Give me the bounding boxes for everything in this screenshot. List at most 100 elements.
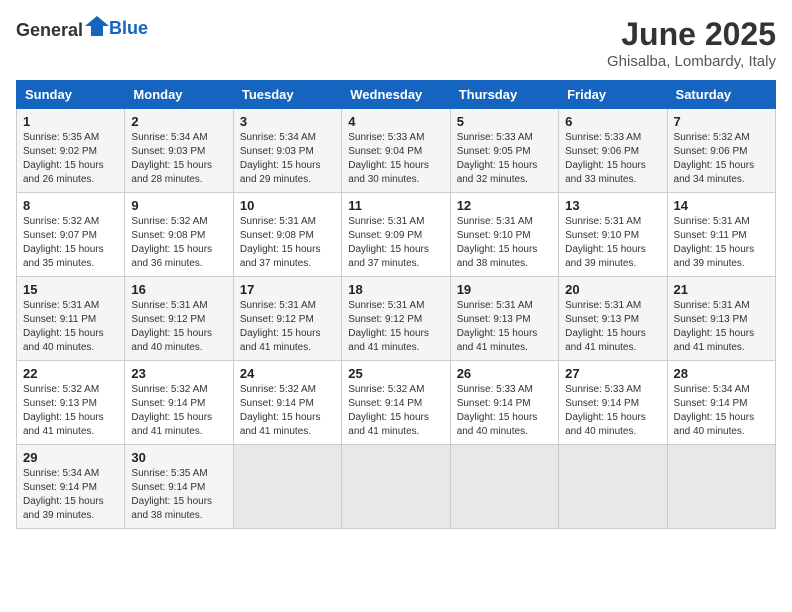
calendar-subtitle: Ghisalba, Lombardy, Italy: [607, 53, 776, 70]
calendar-cell: 25Sunrise: 5:32 AMSunset: 9:14 PMDayligh…: [342, 361, 450, 445]
calendar-cell: 4 Sunrise: 5:33 AMSunset: 9:04 PMDaylight…: [342, 109, 450, 193]
day-info: Sunrise: 5:31 AMSunset: 9:13 PMDaylight:…: [457, 299, 552, 355]
day-number: 14: [674, 198, 769, 213]
calendar-week-1: 1 Sunrise: 5:35 AMSunset: 9:02 PMDaylight…: [17, 109, 776, 193]
day-info: Sunrise: 5:34 AMSunset: 9:03 PMDaylight:…: [131, 131, 226, 187]
day-info: Sunrise: 5:32 AMSunset: 9:08 PMDaylight:…: [131, 215, 226, 271]
logo-icon: [85, 16, 109, 36]
calendar-cell: 27 Sunrise: 5:33 AMSunset: 9:14 PMDayligh…: [559, 361, 667, 445]
calendar-title: June 2025: [607, 16, 776, 53]
day-info: Sunrise: 5:33 AMSunset: 9:14 PMDaylight:…: [457, 383, 552, 439]
day-info: Sunrise: 5:32 AMSunset: 9:13 PMDaylight:…: [23, 383, 118, 439]
day-info: Sunrise: 5:32 AMSunset: 9:07 PMDaylight:…: [23, 215, 118, 271]
calendar-week-2: 8Sunrise: 5:32 AMSunset: 9:07 PMDaylight…: [17, 193, 776, 277]
day-info: Sunrise: 5:31 AMSunset: 9:11 PMDaylight:…: [23, 299, 118, 355]
calendar-cell: [667, 445, 775, 529]
day-number: 11: [348, 198, 443, 213]
header-tuesday: Tuesday: [233, 81, 341, 109]
day-info: Sunrise: 5:32 AMSunset: 9:14 PMDaylight:…: [348, 383, 443, 439]
day-info: Sunrise: 5:34 AMSunset: 9:03 PMDaylight:…: [240, 131, 335, 187]
day-number: 15: [23, 282, 118, 297]
day-number: 24: [240, 366, 335, 381]
day-info: Sunrise: 5:33 AMSunset: 9:05 PMDaylight:…: [457, 131, 552, 187]
header-sunday: Sunday: [17, 81, 125, 109]
calendar-cell: 11 Sunrise: 5:31 AMSunset: 9:09 PMDayligh…: [342, 193, 450, 277]
calendar-cell: 14 Sunrise: 5:31 AMSunset: 9:11 PMDayligh…: [667, 193, 775, 277]
day-number: 26: [457, 366, 552, 381]
calendar-cell: 26 Sunrise: 5:33 AMSunset: 9:14 PMDayligh…: [450, 361, 558, 445]
day-info: Sunrise: 5:33 AMSunset: 9:06 PMDaylight:…: [565, 131, 660, 187]
day-info: Sunrise: 5:35 AMSunset: 9:14 PMDaylight:…: [131, 467, 226, 523]
day-info: Sunrise: 5:34 AMSunset: 9:14 PMDaylight:…: [23, 467, 118, 523]
day-number: 10: [240, 198, 335, 213]
calendar-cell: 28 Sunrise: 5:34 AMSunset: 9:14 PMDayligh…: [667, 361, 775, 445]
day-number: 29: [23, 450, 118, 465]
calendar-cell: 10 Sunrise: 5:31 AMSunset: 9:08 PMDayligh…: [233, 193, 341, 277]
day-info: Sunrise: 5:31 AMSunset: 9:11 PMDaylight:…: [674, 215, 769, 271]
day-info: Sunrise: 5:31 AMSunset: 9:09 PMDaylight:…: [348, 215, 443, 271]
calendar-week-4: 22 Sunrise: 5:32 AMSunset: 9:13 PMDayligh…: [17, 361, 776, 445]
calendar-cell: [233, 445, 341, 529]
day-info: Sunrise: 5:32 AMSunset: 9:06 PMDaylight:…: [674, 131, 769, 187]
day-number: 20: [565, 282, 660, 297]
calendar-cell: 19Sunrise: 5:31 AMSunset: 9:13 PMDayligh…: [450, 277, 558, 361]
day-number: 22: [23, 366, 118, 381]
day-number: 23: [131, 366, 226, 381]
logo-blue: Blue: [109, 18, 148, 38]
calendar-cell: 23Sunrise: 5:32 AMSunset: 9:14 PMDayligh…: [125, 361, 233, 445]
day-number: 7: [674, 114, 769, 129]
calendar-table: SundayMondayTuesdayWednesdayThursdayFrid…: [16, 80, 776, 529]
day-info: Sunrise: 5:31 AMSunset: 9:10 PMDaylight:…: [457, 215, 552, 271]
calendar-cell: [450, 445, 558, 529]
calendar-cell: 29 Sunrise: 5:34 AMSunset: 9:14 PMDayligh…: [17, 445, 125, 529]
day-number: 3: [240, 114, 335, 129]
logo-general: General: [16, 20, 83, 40]
calendar-cell: 13 Sunrise: 5:31 AMSunset: 9:10 PMDayligh…: [559, 193, 667, 277]
calendar-cell: 16Sunrise: 5:31 AMSunset: 9:12 PMDayligh…: [125, 277, 233, 361]
header-thursday: Thursday: [450, 81, 558, 109]
calendar-header-row: SundayMondayTuesdayWednesdayThursdayFrid…: [17, 81, 776, 109]
logo: General Blue: [16, 16, 148, 41]
day-info: Sunrise: 5:33 AMSunset: 9:14 PMDaylight:…: [565, 383, 660, 439]
calendar-cell: 22 Sunrise: 5:32 AMSunset: 9:13 PMDayligh…: [17, 361, 125, 445]
calendar-cell: 12 Sunrise: 5:31 AMSunset: 9:10 PMDayligh…: [450, 193, 558, 277]
calendar-cell: 2 Sunrise: 5:34 AMSunset: 9:03 PMDaylight…: [125, 109, 233, 193]
day-number: 12: [457, 198, 552, 213]
day-number: 4: [348, 114, 443, 129]
day-number: 28: [674, 366, 769, 381]
day-info: Sunrise: 5:34 AMSunset: 9:14 PMDaylight:…: [674, 383, 769, 439]
calendar-cell: 15 Sunrise: 5:31 AMSunset: 9:11 PMDayligh…: [17, 277, 125, 361]
calendar-cell: 8Sunrise: 5:32 AMSunset: 9:07 PMDaylight…: [17, 193, 125, 277]
day-number: 13: [565, 198, 660, 213]
day-info: Sunrise: 5:33 AMSunset: 9:04 PMDaylight:…: [348, 131, 443, 187]
calendar-cell: 18Sunrise: 5:31 AMSunset: 9:12 PMDayligh…: [342, 277, 450, 361]
day-info: Sunrise: 5:31 AMSunset: 9:13 PMDaylight:…: [674, 299, 769, 355]
header-saturday: Saturday: [667, 81, 775, 109]
calendar-cell: 3 Sunrise: 5:34 AMSunset: 9:03 PMDaylight…: [233, 109, 341, 193]
day-info: Sunrise: 5:32 AMSunset: 9:14 PMDaylight:…: [240, 383, 335, 439]
day-number: 5: [457, 114, 552, 129]
day-number: 2: [131, 114, 226, 129]
calendar-cell: 7 Sunrise: 5:32 AMSunset: 9:06 PMDaylight…: [667, 109, 775, 193]
calendar-week-5: 29 Sunrise: 5:34 AMSunset: 9:14 PMDayligh…: [17, 445, 776, 529]
header-friday: Friday: [559, 81, 667, 109]
day-info: Sunrise: 5:31 AMSunset: 9:10 PMDaylight:…: [565, 215, 660, 271]
day-number: 17: [240, 282, 335, 297]
day-number: 30: [131, 450, 226, 465]
day-info: Sunrise: 5:31 AMSunset: 9:08 PMDaylight:…: [240, 215, 335, 271]
calendar-cell: 30 Sunrise: 5:35 AMSunset: 9:14 PMDayligh…: [125, 445, 233, 529]
calendar-cell: 17Sunrise: 5:31 AMSunset: 9:12 PMDayligh…: [233, 277, 341, 361]
day-number: 1: [23, 114, 118, 129]
day-number: 9: [131, 198, 226, 213]
calendar-body: 1 Sunrise: 5:35 AMSunset: 9:02 PMDaylight…: [17, 109, 776, 529]
day-info: Sunrise: 5:35 AMSunset: 9:02 PMDaylight:…: [23, 131, 118, 187]
calendar-cell: 5 Sunrise: 5:33 AMSunset: 9:05 PMDaylight…: [450, 109, 558, 193]
day-number: 16: [131, 282, 226, 297]
day-number: 27: [565, 366, 660, 381]
header-wednesday: Wednesday: [342, 81, 450, 109]
calendar-cell: 1 Sunrise: 5:35 AMSunset: 9:02 PMDaylight…: [17, 109, 125, 193]
calendar-cell: 20Sunrise: 5:31 AMSunset: 9:13 PMDayligh…: [559, 277, 667, 361]
calendar-cell: 21Sunrise: 5:31 AMSunset: 9:13 PMDayligh…: [667, 277, 775, 361]
calendar-cell: 6Sunrise: 5:33 AMSunset: 9:06 PMDaylight…: [559, 109, 667, 193]
day-number: 18: [348, 282, 443, 297]
